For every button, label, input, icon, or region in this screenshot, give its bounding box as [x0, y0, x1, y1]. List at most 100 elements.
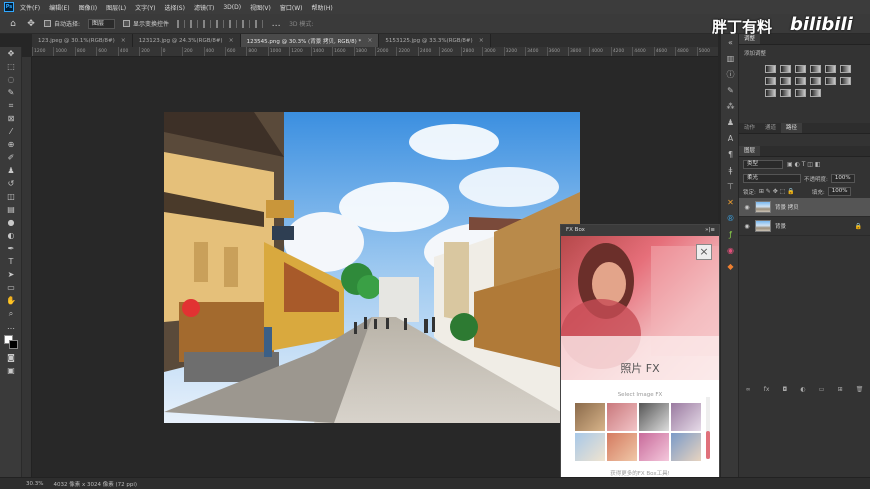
group-icon[interactable]: ▭ — [819, 386, 825, 398]
home-icon[interactable]: ⌂ — [8, 19, 18, 29]
close-icon[interactable]: × — [367, 37, 372, 44]
menu-view[interactable]: 视图(V) — [250, 3, 271, 12]
selective-color-icon[interactable] — [810, 89, 821, 97]
vibrance-icon[interactable] — [825, 65, 836, 73]
color-lookup-icon[interactable] — [825, 77, 836, 85]
quick-mask-icon[interactable]: ◙ — [0, 351, 22, 364]
eraser-tool-icon[interactable]: ◫ — [0, 190, 22, 203]
filter-icons[interactable]: ▣ ◐ T ◫ ◧ — [787, 161, 821, 168]
document-info[interactable]: 4032 像素 x 3024 像素 (72 ppi) — [53, 480, 137, 488]
blur-tool-icon[interactable]: ● — [0, 216, 22, 229]
opacity-input[interactable]: 100% — [830, 174, 855, 183]
lock-icons[interactable]: ⊞ ✎ ✥ ⬚ 🔒 — [759, 188, 809, 195]
color-balance-icon[interactable] — [765, 77, 776, 85]
adjustment-layer-icon[interactable]: ◐ — [800, 386, 805, 398]
align-vcenter-icon[interactable] — [229, 19, 238, 28]
auto-select-checkbox[interactable]: 自动选择: — [44, 19, 80, 28]
fx-thumb[interactable] — [671, 403, 701, 431]
fx-thumb[interactable] — [639, 403, 669, 431]
doc-tab-2[interactable]: 123123.jpg @ 24.3%(RGB/8#) × — [132, 34, 241, 47]
info-icon[interactable]: ⓘ — [721, 66, 740, 82]
posterize-icon[interactable] — [765, 89, 776, 97]
more-options-icon[interactable]: … — [271, 19, 281, 29]
fx-thumb[interactable] — [607, 433, 637, 461]
exposure-icon[interactable] — [810, 65, 821, 73]
clone-source-icon[interactable]: ♟ — [721, 114, 740, 130]
menu-3d[interactable]: 3D(D) — [223, 4, 241, 11]
fx-thumb[interactable] — [575, 403, 605, 431]
gradient-tool-icon[interactable]: ▤ — [0, 203, 22, 216]
quick-select-tool-icon[interactable]: ✎ — [0, 86, 22, 99]
background-color[interactable] — [9, 340, 18, 349]
marquee-tool-icon[interactable]: ⬚ — [0, 60, 22, 73]
auto-select-box[interactable] — [44, 20, 51, 27]
menu-filter[interactable]: 滤镜(T) — [194, 3, 214, 12]
align-bottom-icon[interactable] — [242, 19, 251, 28]
brush-tool-icon[interactable]: ✐ — [0, 151, 22, 164]
stamp-tool-icon[interactable]: ♟ — [0, 164, 22, 177]
menu-type[interactable]: 文字(Y) — [135, 3, 155, 12]
show-transform-checkbox[interactable]: 显示变换控件 — [123, 19, 169, 28]
doc-tab-1[interactable]: 123.jpeg @ 30.1%(RGB/8#) × — [32, 34, 133, 47]
move-tool-icon[interactable]: ✥ — [26, 19, 36, 29]
history-brush-icon[interactable]: ↺ — [0, 177, 22, 190]
zoom-tool-icon[interactable]: ⌕ — [0, 307, 22, 320]
black-white-icon[interactable] — [780, 77, 791, 85]
fx-plugin-icon[interactable]: ✕ — [721, 194, 740, 210]
menu-image[interactable]: 图像(I) — [79, 3, 97, 12]
align-left-icon[interactable] — [177, 19, 186, 28]
menu-file[interactable]: 文件(F) — [20, 3, 40, 12]
frame-tool-icon[interactable]: ⊠ — [0, 112, 22, 125]
menu-help[interactable]: 帮助(H) — [312, 3, 333, 12]
fx-footer-link[interactable]: 获得更多的FX Box工具! — [561, 469, 719, 477]
curves-icon[interactable] — [795, 65, 806, 73]
character-icon[interactable]: A — [721, 130, 740, 146]
histogram-icon[interactable]: ▥ — [721, 50, 740, 66]
scrollbar-thumb[interactable] — [706, 431, 710, 459]
fill-input[interactable]: 100% — [827, 187, 852, 196]
levels-icon[interactable] — [780, 65, 791, 73]
fx-scrollbar[interactable] — [706, 397, 710, 459]
dodge-tool-icon[interactable]: ◐ — [0, 229, 22, 242]
tab-adjustments[interactable]: 调整 — [739, 34, 761, 44]
color-wheel-icon[interactable]: ◉ — [721, 242, 740, 258]
close-icon[interactable]: × — [479, 37, 484, 44]
healing-tool-icon[interactable]: ⊕ — [0, 138, 22, 151]
plugin-ra-icon[interactable]: ® — [721, 210, 740, 226]
lasso-tool-icon[interactable]: ◌ — [0, 73, 22, 86]
layer-row[interactable]: ◉ 背景 拷贝 — [739, 198, 870, 217]
align-hcenter-icon[interactable] — [190, 19, 199, 28]
path-select-tool-icon[interactable]: ➤ — [0, 268, 22, 281]
more-tools-icon[interactable]: … — [0, 320, 22, 333]
doc-tab-4[interactable]: 5153125.jpg @ 33.3%(RGB/8#) × — [379, 34, 491, 47]
gradient-map-icon[interactable] — [795, 89, 806, 97]
mask-icon[interactable]: ◘ — [783, 386, 788, 398]
eyedropper-tool-icon[interactable]: ⁄ — [0, 125, 22, 138]
move-tool-icon[interactable]: ✥ — [0, 47, 22, 60]
tool-presets-icon[interactable]: ⊤ — [721, 178, 740, 194]
hue-saturation-icon[interactable] — [840, 65, 851, 73]
fx-icon[interactable]: fx — [764, 386, 770, 398]
align-right-icon[interactable] — [203, 19, 212, 28]
invert-icon[interactable] — [840, 77, 851, 85]
panel-menu-icon[interactable]: »|≡ — [705, 225, 715, 236]
plugin-ff-icon[interactable]: ƒ — [721, 226, 740, 242]
document-image[interactable] — [164, 112, 580, 423]
trash-icon[interactable]: 🗑 — [856, 386, 864, 398]
fx-thumb[interactable] — [639, 433, 669, 461]
layer-row[interactable]: ◉ 背景 🔒 — [739, 217, 870, 236]
pen-tool-icon[interactable]: ✒ — [0, 242, 22, 255]
auto-select-dropdown[interactable]: 图层 — [88, 18, 116, 29]
type-tool-icon[interactable]: T — [0, 255, 22, 268]
eye-icon[interactable]: ◉ — [743, 223, 751, 230]
glyphs-icon[interactable]: ǂ — [721, 162, 740, 178]
plugin-box-icon[interactable]: ◆ — [721, 258, 740, 274]
align-top-icon[interactable] — [216, 19, 225, 28]
brushes-icon[interactable]: ⁂ — [721, 98, 740, 114]
distribute-icon[interactable] — [255, 19, 264, 28]
brightness-icon[interactable] — [765, 65, 776, 73]
brush-settings-icon[interactable]: ✎ — [721, 82, 740, 98]
hand-tool-icon[interactable]: ✋ — [0, 294, 22, 307]
tab-paths[interactable]: 路径 — [781, 123, 803, 133]
photo-filter-icon[interactable] — [795, 77, 806, 85]
